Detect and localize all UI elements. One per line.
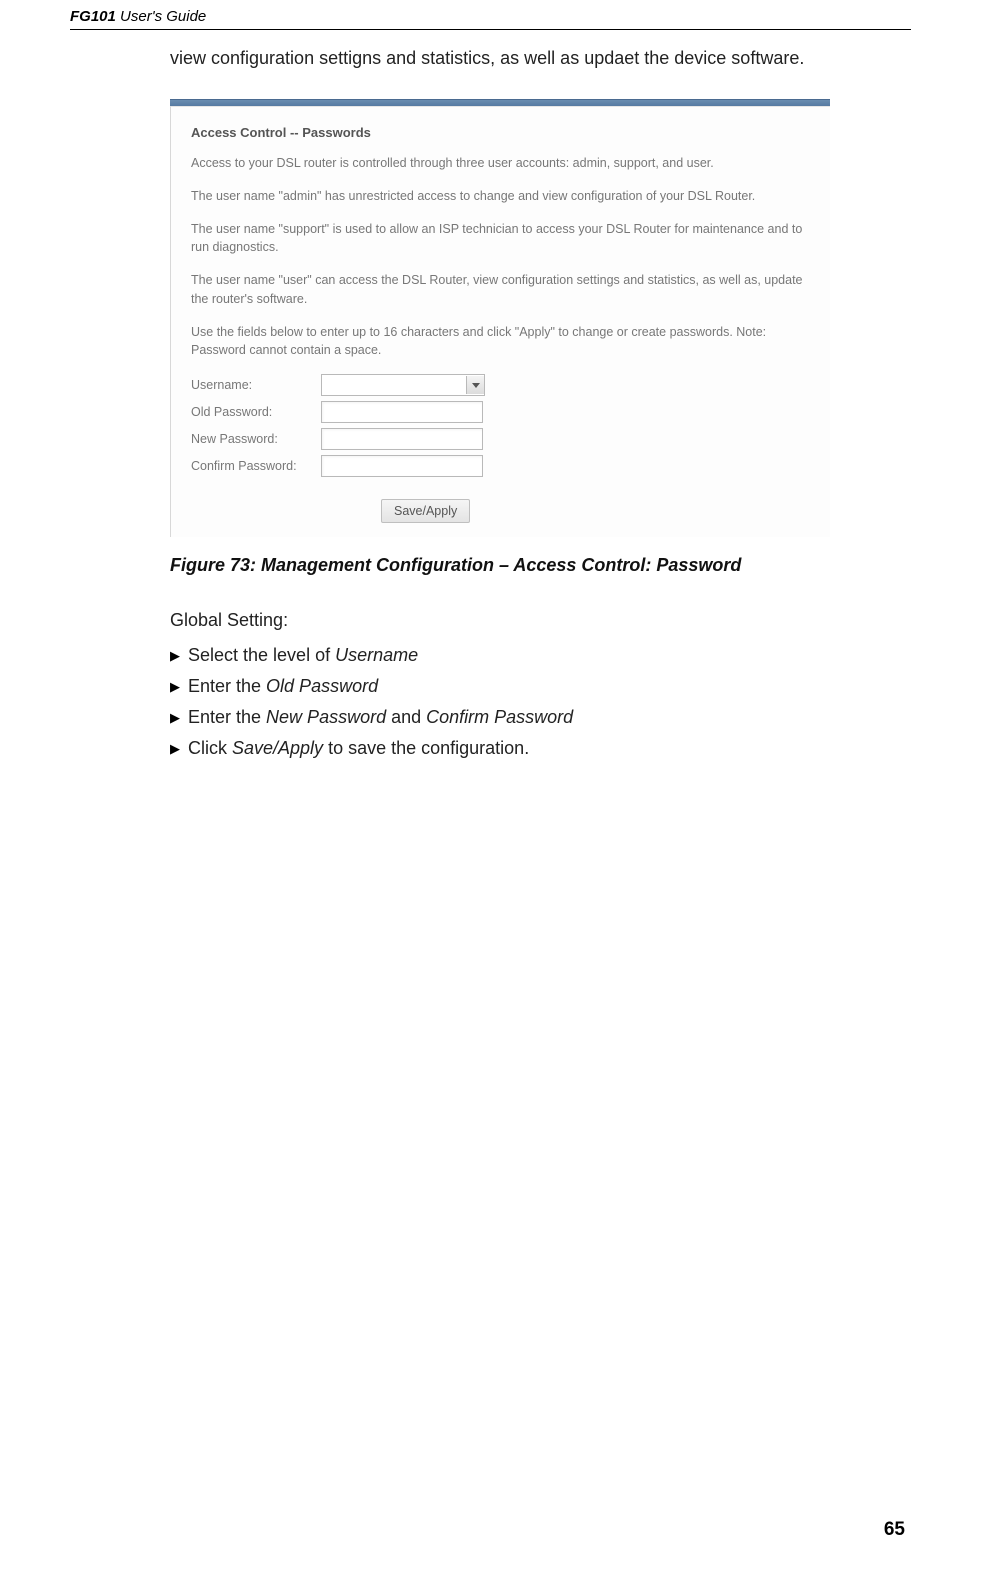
confirm-password-input[interactable] xyxy=(321,455,483,477)
figure-para-4: The user name "user" can access the DSL … xyxy=(191,271,816,309)
username-select[interactable] xyxy=(321,374,485,396)
page-header: FG101 User's Guide xyxy=(70,0,911,30)
bullet-3-italic-b: Confirm Password xyxy=(426,707,573,727)
triangle-right-icon: ▶ xyxy=(170,676,188,695)
bullet-4-italic: Save/Apply xyxy=(232,738,323,758)
figure-para-1: Access to your DSL router is controlled … xyxy=(191,154,816,173)
bullet-3-text-b: and xyxy=(386,707,426,727)
bullet-3: ▶ Enter the New Password and Confirm Pas… xyxy=(170,707,911,728)
figure-top-bar xyxy=(170,99,830,106)
bullet-2-italic: Old Password xyxy=(266,676,378,696)
label-confirm-password: Confirm Password: xyxy=(191,459,321,473)
new-password-input[interactable] xyxy=(321,428,483,450)
label-new-password: New Password: xyxy=(191,432,321,446)
figure-para-2: The user name "admin" has unrestricted a… xyxy=(191,187,816,206)
dropdown-arrow-icon[interactable] xyxy=(466,376,484,394)
old-password-input[interactable] xyxy=(321,401,483,423)
header-product: FG101 xyxy=(70,8,116,25)
global-setting-title: Global Setting: xyxy=(170,610,911,631)
figure-para-3: The user name "support" is used to allow… xyxy=(191,220,816,258)
bullet-2: ▶ Enter the Old Password xyxy=(170,676,911,697)
bullet-4-text-a: Click xyxy=(188,738,232,758)
bullet-2-text: Enter the xyxy=(188,676,266,696)
triangle-right-icon: ▶ xyxy=(170,645,188,664)
figure-para-5: Use the fields below to enter up to 16 c… xyxy=(191,323,816,361)
header-subtitle: User's Guide xyxy=(120,8,206,25)
bullet-3-italic-a: New Password xyxy=(266,707,386,727)
bullet-1-italic: Username xyxy=(335,645,418,665)
figure-screenshot: Access Control -- Passwords Access to yo… xyxy=(170,99,830,537)
bullet-3-text-a: Enter the xyxy=(188,707,266,727)
page-number: 65 xyxy=(70,1519,911,1541)
triangle-right-icon: ▶ xyxy=(170,738,188,757)
bullet-4-text-b: to save the configuration. xyxy=(323,738,529,758)
triangle-right-icon: ▶ xyxy=(170,707,188,726)
figure-caption: Figure 73: Management Configuration – Ac… xyxy=(170,555,911,576)
label-username: Username: xyxy=(191,378,321,392)
intro-text: view configuration settigns and statisti… xyxy=(170,48,911,69)
bullet-4: ▶ Click Save/Apply to save the configura… xyxy=(170,738,911,759)
bullet-1-text: Select the level of xyxy=(188,645,335,665)
save-apply-button[interactable]: Save/Apply xyxy=(381,499,470,523)
bullet-1: ▶ Select the level of Username xyxy=(170,645,911,666)
label-old-password: Old Password: xyxy=(191,405,321,419)
figure-heading: Access Control -- Passwords xyxy=(191,125,816,140)
